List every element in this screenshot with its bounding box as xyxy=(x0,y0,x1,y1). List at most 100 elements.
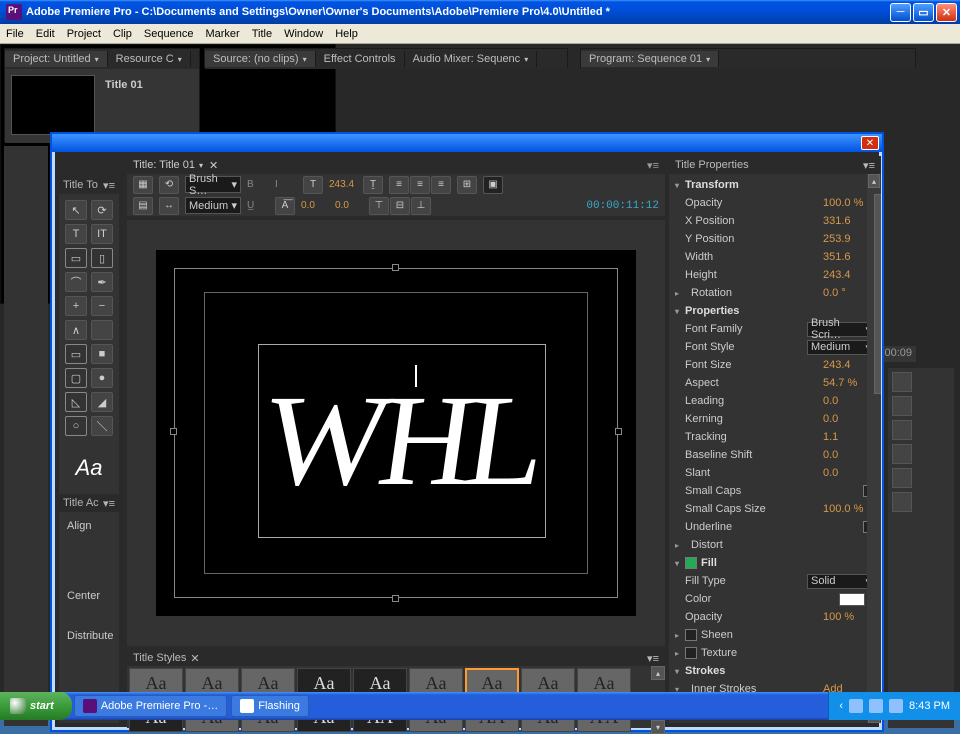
italic-toggle[interactable]: I xyxy=(275,179,297,190)
vertical-area-type-tool[interactable]: ▯ xyxy=(91,248,113,268)
convert-anchor-tool[interactable]: ∧ xyxy=(65,320,87,340)
type-tool[interactable]: T xyxy=(65,224,87,244)
title-text[interactable]: WHL xyxy=(255,366,548,516)
valign-mid-button[interactable]: ⊟ xyxy=(390,197,410,215)
bold-toggle[interactable]: B xyxy=(247,179,269,190)
minimize-button[interactable]: ─ xyxy=(890,3,911,22)
rounded-rect-tool[interactable]: ▢ xyxy=(65,368,87,388)
new-title-button[interactable]: ▤ xyxy=(133,197,153,215)
rectangle-tool[interactable]: ▭ xyxy=(65,344,87,364)
titler-canvas[interactable]: WHL xyxy=(127,220,665,646)
title-actions-tab[interactable]: Title Ac xyxy=(63,497,99,509)
text-bounding-box[interactable]: WHL xyxy=(258,344,546,538)
pen-tool[interactable]: ✒ xyxy=(91,272,113,292)
align-center-button[interactable]: ≡ xyxy=(410,176,430,194)
handle-top[interactable] xyxy=(392,264,399,271)
kerning-value[interactable]: 0.0 xyxy=(335,200,363,211)
texture-checkbox[interactable] xyxy=(685,647,697,659)
show-video-button[interactable]: ▣ xyxy=(483,176,503,194)
menu-sequence[interactable]: Sequence xyxy=(144,28,194,40)
tool-button[interactable] xyxy=(892,396,912,416)
menu-clip[interactable]: Clip xyxy=(113,28,132,40)
tray-icon[interactable] xyxy=(849,699,863,713)
align-left-button[interactable]: ≡ xyxy=(389,176,409,194)
properties-tab[interactable]: Title Properties xyxy=(675,159,749,171)
line-tool[interactable]: ＼ xyxy=(91,416,113,436)
tab-stops-button[interactable]: ⊞ xyxy=(457,176,477,194)
menu-help[interactable]: Help xyxy=(335,28,358,40)
panel-menu-icon[interactable]: ▾≡ xyxy=(647,159,659,172)
color-swatch[interactable] xyxy=(839,593,865,606)
distort-label[interactable]: Distort xyxy=(685,539,875,551)
tab-effect-controls[interactable]: Effect Controls xyxy=(316,51,405,67)
tab-project[interactable]: Project: Untitled▾ xyxy=(5,51,108,67)
menu-marker[interactable]: Marker xyxy=(205,28,239,40)
tab-source[interactable]: Source: (no clips)▾ xyxy=(205,51,316,67)
font-size-value[interactable]: 243.4 xyxy=(329,179,357,190)
ellipse-tool[interactable]: ○ xyxy=(65,416,87,436)
tool-button[interactable] xyxy=(892,420,912,440)
menu-window[interactable]: Window xyxy=(284,28,323,40)
align-right-button[interactable]: ≡ xyxy=(431,176,451,194)
titler-titlebar[interactable]: ✕ xyxy=(52,134,882,152)
taskbar-item-flashing[interactable]: Flashing xyxy=(231,695,309,717)
sheen-checkbox[interactable] xyxy=(685,629,697,641)
valign-top-button[interactable]: ⊤ xyxy=(369,197,389,215)
styles-tab[interactable]: Title Styles xyxy=(133,652,186,664)
scroll-thumb[interactable] xyxy=(874,194,881,394)
clip-thumbnail[interactable] xyxy=(11,75,95,135)
tray-expand-icon[interactable]: ‹ xyxy=(839,700,843,712)
group-fill[interactable]: Fill xyxy=(701,557,875,569)
titler-close-button[interactable]: ✕ xyxy=(861,136,879,150)
rotation-label[interactable]: Rotation xyxy=(685,287,823,299)
tool-button[interactable] xyxy=(892,372,912,392)
titler-timecode[interactable]: 00:00:11:12 xyxy=(586,200,659,212)
menu-project[interactable]: Project xyxy=(67,28,101,40)
leading-value[interactable]: 0.0 xyxy=(301,200,329,211)
group-properties[interactable]: Properties xyxy=(685,305,875,317)
sheen-label[interactable]: Sheen xyxy=(701,629,875,641)
fontfamily-select[interactable]: Brush Scri…▾ xyxy=(807,322,875,337)
crawl-button[interactable]: ↔ xyxy=(159,197,179,215)
group-transform[interactable]: Transform xyxy=(685,179,875,191)
font-family-select[interactable]: Brush S…▾ xyxy=(185,176,241,193)
filled-rectangle-tool[interactable]: ■ xyxy=(91,344,113,364)
menu-edit[interactable]: Edit xyxy=(36,28,55,40)
delete-anchor-tool[interactable]: − xyxy=(91,296,113,316)
scroll-down-icon[interactable]: ▾ xyxy=(651,720,665,734)
wedge-tool[interactable]: ◺ xyxy=(65,392,87,412)
font-style-select[interactable]: Medium▾ xyxy=(185,197,241,214)
clock[interactable]: 8:43 PM xyxy=(909,700,950,712)
handle-right[interactable] xyxy=(615,428,622,435)
tab-title[interactable]: Title: Title 01▾✕ xyxy=(127,158,224,173)
scroll-up-icon[interactable]: ▴ xyxy=(651,666,665,680)
menu-title[interactable]: Title xyxy=(252,28,272,40)
start-button[interactable]: start xyxy=(0,692,72,720)
filltype-select[interactable]: Solid▾ xyxy=(807,574,875,589)
menu-file[interactable]: File xyxy=(6,28,24,40)
tray-icon[interactable] xyxy=(889,699,903,713)
fontstyle-select[interactable]: Medium▾ xyxy=(807,340,875,355)
tray-icon[interactable] xyxy=(869,699,883,713)
taskbar-item-premiere[interactable]: Adobe Premiere Pro -… xyxy=(74,695,227,717)
rounded-rect-filled-tool[interactable]: ● xyxy=(91,368,113,388)
rotate-tool[interactable]: ⟳ xyxy=(91,200,113,220)
underline-toggle[interactable]: U̲ xyxy=(247,200,269,211)
maximize-button[interactable]: ▭ xyxy=(913,3,934,22)
scroll-up-icon[interactable]: ▴ xyxy=(868,174,880,188)
tool-button[interactable] xyxy=(892,492,912,512)
tool-button[interactable] xyxy=(892,468,912,488)
tab-program[interactable]: Program: Sequence 01▾ xyxy=(581,51,719,67)
tab-resource[interactable]: Resource C▾ xyxy=(108,51,191,67)
template-button[interactable]: ▦ xyxy=(133,176,153,194)
group-strokes[interactable]: Strokes xyxy=(685,665,875,677)
handle-left[interactable] xyxy=(170,428,177,435)
system-tray[interactable]: ‹ 8:43 PM xyxy=(828,692,960,720)
texture-label[interactable]: Texture xyxy=(701,647,875,659)
arc-tool[interactable]: ◢ xyxy=(91,392,113,412)
area-type-tool[interactable]: ▭ xyxy=(65,248,87,268)
handle-bottom[interactable] xyxy=(392,595,399,602)
roll-button[interactable]: ⟲ xyxy=(159,176,179,194)
close-button[interactable]: ✕ xyxy=(936,3,957,22)
fill-checkbox[interactable] xyxy=(685,557,697,569)
